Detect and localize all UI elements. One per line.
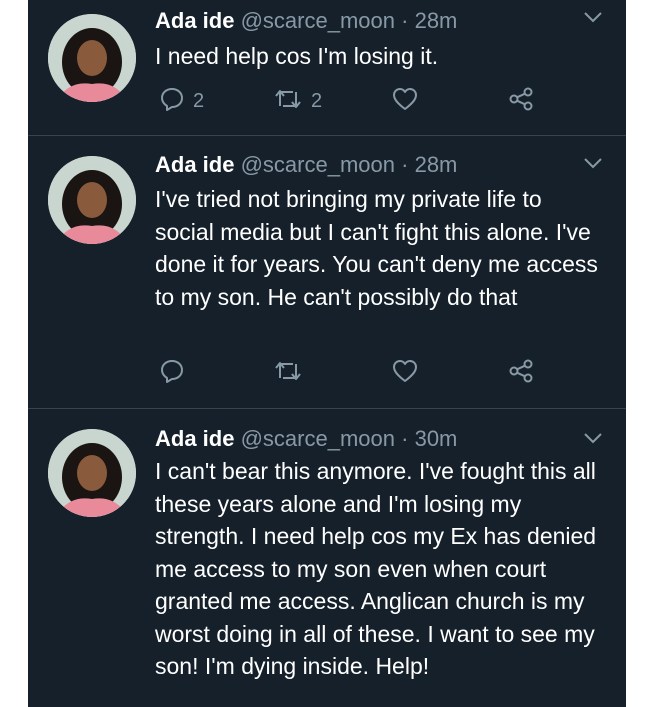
reply-icon <box>159 86 185 117</box>
reply-button[interactable] <box>159 358 193 389</box>
like-button[interactable] <box>391 86 427 117</box>
avatar[interactable] <box>48 156 136 244</box>
avatar[interactable] <box>48 14 136 102</box>
retweet-button[interactable] <box>273 358 311 389</box>
reply-count: 2 <box>193 90 205 112</box>
author-handle[interactable]: @scarce_moon <box>241 152 395 177</box>
author-name[interactable]: Ada ide <box>155 426 234 451</box>
share-button[interactable] <box>507 358 535 389</box>
retweet-icon <box>273 86 303 117</box>
tweet-header: Ada ide @scarce_moon · 28m <box>155 6 457 36</box>
tweet-header: Ada ide @scarce_moon · 28m <box>155 150 457 180</box>
tweet[interactable]: Ada ide @scarce_moon · 30m I can't bear … <box>28 409 626 707</box>
share-icon <box>507 358 535 389</box>
author-handle[interactable]: @scarce_moon <box>241 426 395 451</box>
like-icon <box>391 358 419 389</box>
chevron-down-icon[interactable] <box>582 156 604 175</box>
like-icon <box>391 86 419 117</box>
author-name[interactable]: Ada ide <box>155 152 234 177</box>
retweet-button[interactable]: 2 <box>273 86 322 117</box>
tweet-header: Ada ide @scarce_moon · 30m <box>155 424 457 454</box>
tweet-actions <box>155 358 595 390</box>
retweet-count: 2 <box>311 90 323 112</box>
separator-dot: · <box>401 152 409 177</box>
tweet-text: I've tried not bringing my private life … <box>155 186 598 310</box>
separator-dot: · <box>401 426 409 451</box>
tweet-text: I can't bear this anymore. I've fought t… <box>155 458 597 679</box>
reply-icon <box>159 358 185 389</box>
tweet[interactable]: Ada ide @scarce_moon · 28m I've tried no… <box>28 136 626 409</box>
author-handle[interactable]: @scarce_moon <box>241 8 395 33</box>
chevron-down-icon[interactable] <box>582 431 604 450</box>
timeline: Ada ide @scarce_moon · 28m I need help c… <box>28 0 626 707</box>
separator-dot: · <box>401 8 409 33</box>
retweet-icon <box>273 358 303 389</box>
tweet-time[interactable]: 28m <box>415 152 458 177</box>
tweet-time[interactable]: 30m <box>415 426 458 451</box>
tweet[interactable]: Ada ide @scarce_moon · 28m I need help c… <box>28 0 626 136</box>
like-button[interactable] <box>391 358 427 389</box>
share-button[interactable] <box>507 86 535 117</box>
author-name[interactable]: Ada ide <box>155 8 234 33</box>
tweet-time[interactable]: 28m <box>415 8 458 33</box>
tweet-actions: 2 2 <box>155 86 595 118</box>
share-icon <box>507 86 535 117</box>
reply-button[interactable]: 2 <box>159 86 204 117</box>
avatar[interactable] <box>48 429 136 517</box>
tweet-text: I need help cos I'm losing it. <box>155 43 439 69</box>
chevron-down-icon[interactable] <box>582 10 604 29</box>
